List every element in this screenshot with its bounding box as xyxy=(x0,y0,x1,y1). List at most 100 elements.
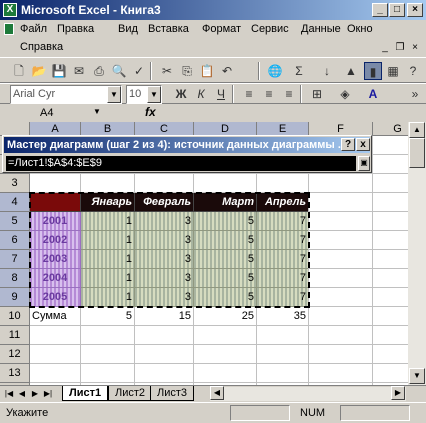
row-header[interactable]: 8 xyxy=(0,269,30,288)
column-header-b[interactable]: B xyxy=(81,122,135,136)
paste-icon[interactable]: 📋 xyxy=(198,62,216,80)
font-color-icon[interactable]: A xyxy=(364,85,382,103)
autosum-icon[interactable]: Σ xyxy=(290,62,308,80)
data-cell[interactable]: 7 xyxy=(257,231,309,250)
grid-cell[interactable] xyxy=(309,307,408,326)
copy-icon[interactable]: ⎘ xyxy=(178,62,196,80)
data-cell[interactable]: 3 xyxy=(135,269,194,288)
scroll-right-icon[interactable]: ▶ xyxy=(391,386,405,400)
toolbar-options-icon[interactable]: » xyxy=(406,85,424,103)
expand-dialog-icon[interactable]: ▣ xyxy=(358,156,370,171)
close-button[interactable]: × xyxy=(407,3,423,17)
first-sheet-icon[interactable]: |◀ xyxy=(3,388,15,400)
mdi-minimize-icon[interactable]: _ xyxy=(378,42,392,55)
data-cell[interactable]: 5 xyxy=(194,288,257,307)
mdi-restore-icon[interactable]: ❐ xyxy=(393,42,407,55)
data-cell[interactable]: 1 xyxy=(81,231,135,250)
grid-row[interactable] xyxy=(30,174,408,193)
column-header-e[interactable]: E xyxy=(257,122,309,136)
row-header[interactable]: 13 xyxy=(0,364,30,383)
year-cell[interactable]: 2002 xyxy=(30,231,81,250)
menu-data[interactable]: Данные xyxy=(301,23,341,35)
grid-cell[interactable] xyxy=(309,250,408,269)
table-header-cell[interactable]: Март xyxy=(194,193,257,212)
align-center-icon[interactable]: ≡ xyxy=(260,85,278,103)
menu-file[interactable]: Файл xyxy=(20,23,47,35)
map-icon[interactable]: ▦ xyxy=(384,62,402,80)
dialog-help-button[interactable]: ? xyxy=(341,138,355,151)
column-header-a[interactable]: A xyxy=(30,122,81,136)
prev-sheet-icon[interactable]: ◀ xyxy=(16,388,28,400)
row-header[interactable]: 9 xyxy=(0,288,30,307)
select-all-corner[interactable] xyxy=(0,122,30,136)
maximize-button[interactable]: □ xyxy=(389,3,405,17)
menu-edit[interactable]: Правка xyxy=(57,23,94,35)
year-cell[interactable]: 2001 xyxy=(30,212,81,231)
open-icon[interactable]: 📂 xyxy=(30,62,48,80)
grid-cell[interactable] xyxy=(309,231,408,250)
sort-ascending-icon[interactable]: ↓ xyxy=(318,62,336,80)
data-cell[interactable]: 5 xyxy=(194,231,257,250)
hyperlink-icon[interactable]: 🌐 xyxy=(266,62,284,80)
data-range-input[interactable]: =Лист1!$A$4:$E$9 xyxy=(6,156,356,171)
grid-row[interactable] xyxy=(30,326,408,345)
align-right-icon[interactable]: ≡ xyxy=(280,85,298,103)
print-preview-icon[interactable]: 🔍 xyxy=(110,62,128,80)
data-cell[interactable]: 5 xyxy=(194,269,257,288)
sum-cell[interactable]: 5 xyxy=(81,307,135,326)
row-header[interactable]: 3 xyxy=(0,174,30,193)
menu-tools[interactable]: Сервис xyxy=(251,23,289,35)
chevron-down-icon[interactable]: ▼ xyxy=(147,86,161,103)
underline-button[interactable]: Ч xyxy=(212,85,230,103)
font-combo[interactable]: Arial Cyr ▼ xyxy=(10,85,122,104)
grid-cell[interactable] xyxy=(309,288,408,307)
vertical-scrollbar[interactable]: ▲ ▼ xyxy=(408,122,426,385)
data-cell[interactable]: 3 xyxy=(135,231,194,250)
grid-cell[interactable] xyxy=(309,269,408,288)
data-cell[interactable]: 5 xyxy=(194,250,257,269)
data-cell[interactable]: 1 xyxy=(81,212,135,231)
column-header-f[interactable]: F xyxy=(309,122,373,136)
font-size-combo[interactable]: 10 ▼ xyxy=(126,85,162,104)
scroll-left-icon[interactable]: ◀ xyxy=(210,386,224,400)
workbook-icon[interactable] xyxy=(4,23,14,35)
table-header-cell[interactable]: Январь xyxy=(81,193,135,212)
row-header[interactable]: 12 xyxy=(0,345,30,364)
sheet-tab-2[interactable]: Лист2 xyxy=(108,386,153,401)
row-header[interactable]: 7 xyxy=(0,250,30,269)
grid-row[interactable] xyxy=(30,345,408,364)
minimize-button[interactable]: _ xyxy=(372,3,388,17)
data-cell[interactable]: 1 xyxy=(81,269,135,288)
chevron-down-icon[interactable]: ▼ xyxy=(107,86,121,103)
scroll-thumb[interactable] xyxy=(409,138,425,168)
new-icon[interactable]: 🗋 xyxy=(10,62,28,80)
spelling-icon[interactable]: ✓ xyxy=(130,62,148,80)
row-header[interactable]: 6 xyxy=(0,231,30,250)
function-icon[interactable]: fx xyxy=(145,105,156,119)
table-header-cell[interactable]: Февраль xyxy=(135,193,194,212)
dialog-close-button[interactable]: x xyxy=(356,138,370,151)
drawing-icon[interactable]: ▲ xyxy=(342,62,360,80)
data-cell[interactable]: 1 xyxy=(81,250,135,269)
column-header-c[interactable]: C xyxy=(135,122,194,136)
borders-icon[interactable]: ⊞ xyxy=(308,85,326,103)
save-icon[interactable]: 💾 xyxy=(50,62,68,80)
data-cell[interactable]: 5 xyxy=(194,212,257,231)
help-icon[interactable]: ? xyxy=(404,62,422,80)
italic-button[interactable]: К xyxy=(192,85,210,103)
data-cell[interactable]: 3 xyxy=(135,250,194,269)
year-cell[interactable]: 2003 xyxy=(30,250,81,269)
sum-cell[interactable]: 35 xyxy=(257,307,309,326)
data-cell[interactable]: 7 xyxy=(257,212,309,231)
menu-format[interactable]: Формат xyxy=(202,23,241,35)
last-sheet-icon[interactable]: ▶| xyxy=(42,388,54,400)
table-header-cell[interactable]: Апрель xyxy=(257,193,309,212)
scroll-down-icon[interactable]: ▼ xyxy=(409,368,425,384)
grid-cell[interactable] xyxy=(309,212,408,231)
chevron-down-icon[interactable]: ▼ xyxy=(93,107,101,116)
year-cell[interactable]: 2004 xyxy=(30,269,81,288)
data-cell[interactable]: 7 xyxy=(257,250,309,269)
sheet-tab-1[interactable]: Лист1 xyxy=(62,386,109,401)
chart-wizard-icon[interactable]: ▮ xyxy=(364,62,382,80)
menu-window[interactable]: Окно xyxy=(347,23,373,35)
